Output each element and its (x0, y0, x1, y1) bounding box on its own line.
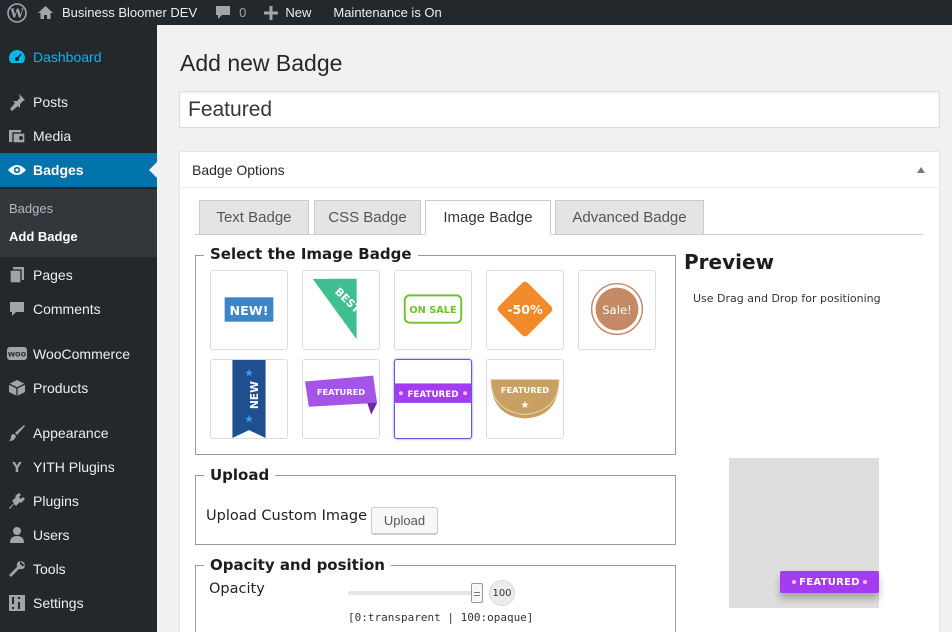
badge-dot-left (792, 580, 796, 584)
sidebar-item-posts[interactable]: Posts (0, 85, 157, 119)
sidebar-item-products[interactable]: Products (0, 371, 157, 405)
wrench-icon (0, 560, 33, 578)
badge-option-new-vertical[interactable]: ★ NEW ★ (210, 359, 288, 439)
badge-text-featured-arc: FEATURED (501, 385, 549, 395)
opacity-slider-handle[interactable] (471, 583, 483, 603)
site-name-link[interactable]: Business Bloomer DEV (30, 0, 204, 25)
submenu-item-add-badge[interactable]: Add Badge (9, 229, 78, 244)
media-icon (0, 127, 33, 145)
tab-css-badge[interactable]: CSS Badge (314, 200, 421, 235)
comments-link[interactable]: 0 (208, 0, 253, 25)
upload-custom-image-label: Upload Custom Image (206, 508, 367, 524)
preview-badge-text: FEATURED (799, 576, 860, 588)
select-image-badge-legend: Select the Image Badge (204, 245, 418, 263)
sidebar-item-media[interactable]: Media (0, 119, 157, 153)
settings-icon (0, 594, 33, 612)
maintenance-link[interactable]: Maintenance is On (326, 0, 448, 25)
home-icon (38, 6, 53, 19)
pages-icon (0, 266, 33, 284)
opacity-position-legend: Opacity and position (204, 556, 391, 574)
tab-text-badge[interactable]: Text Badge (199, 200, 309, 235)
badge-option-best[interactable]: BEST (302, 270, 380, 350)
badge-title-input[interactable] (179, 91, 940, 128)
admin-sidebar: Dashboard Posts Media Badges Badges Add … (0, 25, 157, 632)
dashboard-icon (0, 48, 33, 66)
badge-text-new-vertical: NEW (248, 381, 261, 409)
svg-text:W: W (9, 6, 24, 20)
sidebar-item-appearance[interactable]: Appearance (0, 416, 157, 450)
badge-option-on-sale[interactable]: ON SALE (394, 270, 472, 350)
comments-count: 0 (239, 5, 247, 20)
submenu-item-badges[interactable]: Badges (9, 201, 53, 216)
new-content-link[interactable]: New (257, 0, 318, 25)
tab-advanced-badge[interactable]: Advanced Badge (555, 200, 704, 235)
page-title: Add new Badge (180, 50, 343, 76)
svg-text:★: ★ (521, 400, 530, 411)
maintenance-label: Maintenance is On (333, 5, 442, 20)
badge-text-new: NEW! (230, 303, 269, 318)
opacity-label: Opacity (209, 581, 265, 597)
opacity-slider-track[interactable] (348, 591, 478, 595)
badge-text-on-sale: ON SALE (409, 305, 456, 316)
yith-icon: Y (0, 459, 33, 475)
sidebar-item-plugins[interactable]: Plugins (0, 484, 157, 518)
badge-text-featured-bar: FEATURED (407, 390, 458, 400)
badge-dot-right (863, 580, 867, 584)
sidebar-item-settings[interactable]: Settings (0, 586, 157, 620)
sidebar-item-users[interactable]: Users (0, 518, 157, 552)
svg-text:★: ★ (244, 367, 254, 380)
sidebar-item-pages[interactable]: Pages (0, 258, 157, 292)
toggle-arrow-icon[interactable] (917, 167, 925, 173)
preview-title: Preview (684, 250, 775, 274)
badge-option-fifty-percent[interactable]: -50% (486, 270, 564, 350)
badge-text-sale: Sale! (602, 303, 632, 317)
opacity-hint: [0:transparent | 100:opaque] (348, 611, 534, 624)
user-icon (0, 526, 33, 544)
active-menu-arrow (149, 162, 157, 178)
svg-text:Y: Y (11, 461, 22, 475)
sidebar-item-dashboard[interactable]: Dashboard (0, 40, 157, 74)
badge-option-new[interactable]: NEW! (210, 270, 288, 350)
badge-option-featured-bar[interactable]: FEATURED (394, 359, 472, 439)
comment-bubble-icon (216, 6, 231, 19)
opacity-value: 100 (489, 580, 515, 606)
badge-options-title: Badge Options (192, 161, 285, 178)
badge-option-featured-ribbon[interactable]: FEATURED (302, 359, 380, 439)
badge-text-featured-ribbon: FEATURED (317, 387, 365, 397)
woo-icon: WOO (0, 346, 33, 362)
eye-icon (0, 163, 33, 177)
badges-submenu: Badges Add Badge (0, 189, 157, 257)
box-icon (0, 379, 33, 397)
site-name: Business Bloomer DEV (62, 5, 198, 20)
preview-hint: Use Drag and Drop for positioning (693, 292, 881, 305)
comment-icon (0, 301, 33, 317)
new-label: New (285, 5, 312, 20)
upload-button[interactable]: Upload (371, 507, 438, 534)
tab-image-badge[interactable]: Image Badge (425, 200, 551, 235)
plus-icon (264, 5, 279, 20)
preview-badge[interactable]: FEATURED (780, 571, 879, 593)
sidebar-item-yith-plugins[interactable]: Y YITH Plugins (0, 450, 157, 484)
brush-icon (0, 424, 33, 442)
sidebar-item-badges[interactable]: Badges (0, 153, 157, 187)
wordpress-logo-icon[interactable]: W (0, 0, 30, 25)
badge-text-fifty-percent: -50% (507, 302, 543, 317)
sidebar-item-tools[interactable]: Tools (0, 552, 157, 586)
upload-legend: Upload (204, 466, 276, 484)
badge-options-header[interactable]: Badge Options (180, 152, 939, 188)
badge-option-sale-circle[interactable]: Sale! (578, 270, 656, 350)
sidebar-item-comments[interactable]: Comments (0, 292, 157, 326)
pushpin-icon (0, 93, 33, 111)
admin-bar: W Business Bloomer DEV 0 New Maintenance… (0, 0, 952, 25)
sidebar-item-woocommerce[interactable]: WOO WooCommerce (0, 337, 157, 371)
svg-text:★: ★ (244, 412, 254, 425)
badge-option-featured-arc[interactable]: FEATURED ★ (486, 359, 564, 439)
plug-icon (0, 492, 33, 510)
svg-text:WOO: WOO (7, 351, 26, 359)
